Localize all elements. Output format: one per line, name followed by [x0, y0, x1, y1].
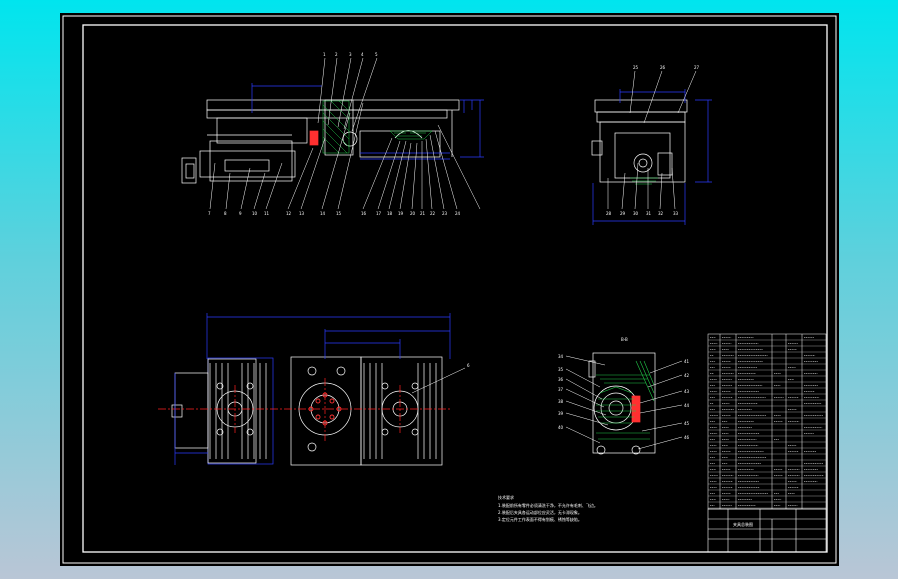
callout-label: 5: [375, 52, 378, 57]
section-title: B-B: [621, 337, 628, 342]
callout-label: 37: [558, 387, 564, 392]
callout-label: 31: [646, 211, 652, 216]
front-callouts-top: 1 2 3 4 5: [323, 52, 378, 57]
callout-label: 39: [558, 411, 564, 416]
plan-view: [171, 356, 443, 466]
callout-label: 45: [684, 421, 690, 426]
callout-label: 40: [558, 425, 564, 430]
plan-callout: 6: [467, 363, 470, 368]
callout-label: 43: [684, 389, 690, 394]
section-view-leaders: [565, 355, 683, 450]
technical-notes: 技术要求 1.装配前所有零件必须清洗干净，不允许有毛刺、飞边。 2.装配后夹具各…: [498, 494, 598, 522]
callout-label: 22: [430, 211, 436, 216]
callout-label: 4: [361, 52, 364, 57]
drawing-sheet: 1 2 3 4 5 7 8 9 10 11 12 13 14 15 16 17 …: [60, 13, 839, 566]
callout-label: 3: [349, 52, 352, 57]
plan-view-centerline: [158, 378, 452, 441]
title-block: [707, 508, 827, 553]
callout-label: 26: [660, 65, 666, 70]
callout-label: 35: [558, 367, 564, 372]
callout-label: 30: [633, 211, 639, 216]
callout-label: 20: [410, 211, 416, 216]
notes-line: 2.装配后夹具各运动部位应灵活，无卡滞现象。: [498, 509, 582, 515]
side-view-hatch: [630, 177, 658, 185]
front-callouts-bottom: 7 8 9 10 11 12 13 14 15 16 17 18 19 20 2…: [208, 211, 461, 216]
callout-label: 2: [335, 52, 338, 57]
callout-label: 7: [208, 211, 211, 216]
callout-label: 34: [558, 354, 564, 359]
callout-label: 24: [455, 211, 461, 216]
front-view-leaders: [209, 57, 481, 210]
parts-list-text: [710, 337, 824, 506]
callout-label: 10: [252, 211, 258, 216]
callout-label: 44: [684, 403, 690, 408]
title-block-drawing-name: 夹具总装图: [733, 521, 753, 527]
front-view: [181, 99, 460, 184]
callout-label: 17: [376, 211, 382, 216]
callout-label: 27: [694, 65, 700, 70]
callout-label: 33: [673, 211, 679, 216]
callout-label: 32: [658, 211, 664, 216]
notes-heading: 技术要求: [498, 494, 514, 500]
callout-label: 14: [320, 211, 326, 216]
callout-label: 23: [442, 211, 448, 216]
callout-label: 11: [264, 211, 270, 216]
callout-label: 16: [361, 211, 367, 216]
callout-label: 19: [398, 211, 404, 216]
side-callouts: 25 26 27 28 29 30 31 32 33: [606, 65, 700, 216]
callout-label: 21: [420, 211, 426, 216]
notes-line: 3.定位元件工作表面不得有划痕、锈蚀等缺陷。: [498, 516, 582, 522]
callout-label: 18: [387, 211, 393, 216]
callout-label: 46: [684, 435, 690, 440]
callout-label: 28: [606, 211, 612, 216]
plan-view-leader: [411, 367, 466, 394]
callout-label: 38: [558, 399, 564, 404]
callout-label: 42: [684, 373, 690, 378]
section-callouts: 34 35 36 37 38 39 40 41 42 43 44 45 46: [558, 354, 690, 440]
section-view-hatch: [596, 360, 655, 440]
callout-label: 15: [336, 211, 342, 216]
side-view: [591, 99, 688, 183]
side-view-dimensions: [592, 89, 712, 225]
parts-list-rows: [708, 339, 826, 509]
callout-label: 1: [323, 52, 326, 57]
callout-label: 13: [299, 211, 305, 216]
callout-label: 36: [558, 377, 564, 382]
callout-label: 29: [620, 211, 626, 216]
callout-label: 9: [239, 211, 242, 216]
callout-label: 25: [633, 65, 639, 70]
callout-label: 12: [286, 211, 292, 216]
callout-label: 41: [684, 359, 690, 364]
notes-line: 1.装配前所有零件必须清洗干净，不允许有毛刺、飞边。: [498, 502, 598, 508]
front-view-hatch: [322, 100, 433, 154]
callout-label: 8: [224, 211, 227, 216]
